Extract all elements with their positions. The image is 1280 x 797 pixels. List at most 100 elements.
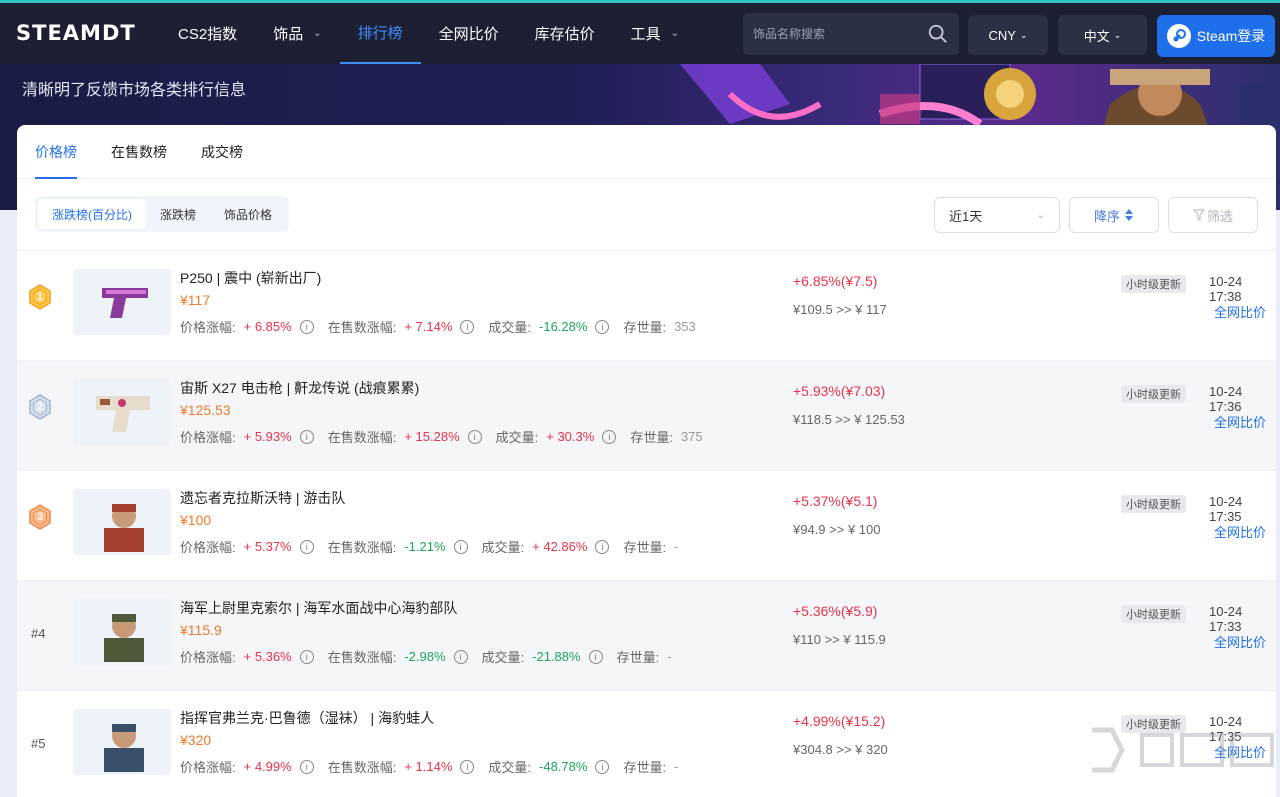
- nav-item-label: 库存估价: [534, 26, 595, 43]
- currency-select[interactable]: CNY ⌄: [968, 15, 1048, 55]
- price-change-stat-value: + 4.99%: [243, 759, 292, 774]
- info-icon[interactable]: i: [299, 649, 314, 664]
- stock-stat-value: 353: [674, 319, 696, 334]
- listing-change-stat-value: + 15.28%: [404, 429, 460, 444]
- language-select[interactable]: 中文 ⌄: [1058, 15, 1147, 55]
- info-icon[interactable]: i: [453, 539, 468, 554]
- compare-prices-link[interactable]: 全网比价: [1214, 522, 1266, 541]
- listing-change-stat-value: + 1.14%: [404, 759, 453, 774]
- rank-number: #4: [31, 626, 46, 641]
- top-navigation-bar: STEAMDT CS2指数 饰品 ⌄ 排行榜 全网比价 库存估价 工具 ⌄ CNY ⌄ 中文 …: [0, 0, 1280, 64]
- info-icon[interactable]: i: [299, 759, 314, 774]
- banner-subtitle: 清晰明了反馈市场各类排行信息: [22, 82, 247, 99]
- volume-stat: 成交量: -16.28% i: [488, 317, 610, 336]
- compare-prices-link[interactable]: 全网比价: [1214, 412, 1266, 431]
- ranking-row[interactable]: #4 海军上尉里克索尔 | 海军水面战中心海豹部队 ¥115.9 价格涨幅: + 5.3…: [17, 581, 1276, 691]
- info-icon[interactable]: i: [299, 429, 314, 444]
- compare-prices-link[interactable]: 全网比价: [1214, 302, 1266, 321]
- nav-item-4[interactable]: 库存估价: [517, 3, 613, 64]
- nav-item-label: 工具: [630, 26, 661, 43]
- nav-item-1[interactable]: 饰品 ⌄: [255, 3, 339, 64]
- info-icon[interactable]: i: [602, 429, 617, 444]
- volume-stat: 成交量: + 42.86% i: [482, 537, 610, 556]
- segment-1[interactable]: 涨跌榜: [146, 199, 210, 229]
- segment-0[interactable]: 涨跌榜(百分比): [38, 199, 146, 229]
- search-icon[interactable]: [927, 23, 949, 45]
- item-price: ¥320: [180, 732, 212, 748]
- nav-item-3[interactable]: 全网比价: [421, 3, 517, 64]
- stock-stat-label: 存世量:: [623, 760, 667, 775]
- info-icon[interactable]: i: [453, 649, 468, 664]
- search-input[interactable]: [753, 27, 927, 41]
- item-thumbnail[interactable]: [73, 709, 171, 775]
- volume-stat-label: 成交量:: [488, 760, 532, 775]
- info-icon[interactable]: i: [595, 319, 610, 334]
- info-icon[interactable]: i: [299, 539, 314, 554]
- rank-number: 1: [36, 291, 44, 303]
- item-name[interactable]: 海军上尉里克索尔 | 海军水面战中心海豹部队: [180, 598, 457, 618]
- stock-stat: 存世量: -: [623, 537, 678, 556]
- filter-button[interactable]: 筛选: [1168, 197, 1258, 233]
- ranking-row[interactable]: 1 P250 | 震中 (崭新出厂) ¥117 价格涨幅: + 6.85% i 在售数涨幅:…: [17, 251, 1276, 361]
- item-thumbnail[interactable]: [73, 599, 171, 665]
- chevron-down-icon: ⌄: [670, 28, 680, 39]
- info-icon[interactable]: i: [299, 319, 314, 334]
- nav-item-label: 全网比价: [438, 26, 499, 43]
- compare-prices-link[interactable]: 全网比价: [1214, 632, 1266, 651]
- item-price: ¥125.53: [180, 402, 231, 418]
- stock-stat-value: -: [674, 539, 679, 554]
- volume-stat-value: -21.88%: [532, 649, 581, 664]
- item-thumbnail[interactable]: [73, 379, 171, 445]
- main-nav: CS2指数 饰品 ⌄ 排行榜 全网比价 库存估价 工具 ⌄: [160, 3, 697, 64]
- info-icon[interactable]: i: [595, 539, 610, 554]
- item-thumbnail[interactable]: [73, 269, 171, 335]
- info-icon[interactable]: i: [595, 759, 610, 774]
- nav-item-5[interactable]: 工具 ⌄: [613, 3, 697, 64]
- price-change-stat-value: + 5.93%: [243, 429, 292, 444]
- info-icon[interactable]: i: [460, 319, 475, 334]
- item-thumbnail[interactable]: [73, 489, 171, 555]
- listing-change-stat-value: -2.98%: [404, 649, 446, 664]
- item-stats: 价格涨幅: + 5.36% i 在售数涨幅: -2.98% i 成交量: -21.88% i 存世…: [180, 647, 686, 666]
- nav-item-label: 饰品: [273, 26, 304, 43]
- stock-stat-label: 存世量:: [630, 430, 673, 445]
- listing-change-stat: 在售数涨幅: + 15.28% i: [328, 427, 482, 446]
- watermark-logo: [1092, 727, 1274, 773]
- item-price: ¥100: [180, 512, 212, 528]
- tab-1[interactable]: 在售数榜: [111, 125, 167, 179]
- ranking-row[interactable]: 3 遗忘者克拉斯沃特 | 游击队 ¥100 价格涨幅: + 5.37% i 在售数涨幅: -1…: [17, 471, 1276, 581]
- sort-order-button[interactable]: 降序: [1069, 197, 1159, 233]
- item-name[interactable]: 宙斯 X27 电击枪 | 鼾龙传说 (战痕累累): [180, 378, 419, 398]
- info-icon[interactable]: i: [588, 649, 603, 664]
- volume-stat-label: 成交量:: [481, 540, 525, 555]
- filter-bar: 涨跌榜(百分比) 涨跌榜 饰品价格 近1天 ⌄ 降序 筛选: [17, 179, 1276, 251]
- stock-stat-label: 存世量:: [623, 540, 667, 555]
- listing-change-stat-value: + 7.14%: [404, 319, 453, 334]
- ranking-row[interactable]: 2 宙斯 X27 电击枪 | 鼾龙传说 (战痕累累) ¥125.53 价格涨幅: + 5…: [17, 361, 1276, 471]
- price-change-amount: +5.93%(¥7.03): [793, 383, 886, 399]
- info-icon[interactable]: i: [460, 759, 475, 774]
- steam-login-button[interactable]: Steam登录: [1157, 15, 1275, 57]
- listing-change-stat-value: -1.21%: [404, 539, 446, 554]
- nav-item-0[interactable]: CS2指数: [160, 3, 255, 64]
- currency-label: CNY: [988, 27, 1016, 43]
- item-stats: 价格涨幅: + 6.85% i 在售数涨幅: + 7.14% i 成交量: -16.28% i 存…: [180, 317, 710, 336]
- tab-2[interactable]: 成交榜: [201, 125, 243, 179]
- item-name[interactable]: 指挥官弗兰克·巴鲁德（湿袜） | 海豹蛙人: [180, 708, 434, 728]
- item-name[interactable]: 遗忘者克拉斯沃特 | 游击队: [180, 488, 345, 508]
- language-label: 中文: [1083, 28, 1110, 44]
- price-range: ¥304.8 >> ¥ 320: [793, 742, 888, 757]
- segment-2[interactable]: 饰品价格: [210, 199, 286, 229]
- volume-stat: 成交量: + 30.3% i: [496, 427, 617, 446]
- price-change-stat-value: + 5.36%: [243, 649, 292, 664]
- item-name[interactable]: P250 | 震中 (崭新出厂): [180, 268, 321, 288]
- stock-stat-label: 存世量:: [623, 320, 667, 335]
- steam-logo-icon: [1166, 24, 1191, 48]
- period-select[interactable]: 近1天 ⌄: [934, 197, 1060, 233]
- tab-0[interactable]: 价格榜: [35, 125, 77, 179]
- steamdt-logo[interactable]: STEAMDT: [16, 17, 136, 49]
- rank-gold-medal-icon: 1: [27, 284, 53, 310]
- info-icon[interactable]: i: [467, 429, 482, 444]
- nav-item-2[interactable]: 排行榜: [339, 3, 421, 64]
- chevron-down-icon: ⌄: [1036, 209, 1045, 221]
